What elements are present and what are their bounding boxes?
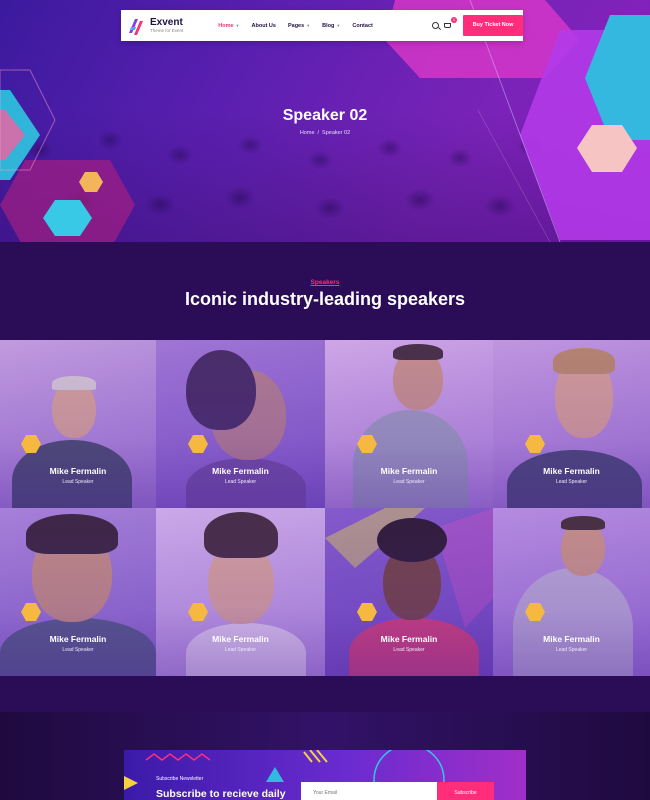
page-hero: Exvent Theme for Event Home ▼ About Us Pa… xyxy=(0,0,650,242)
speaker-role: Lead Speaker xyxy=(224,647,257,653)
newsletter-eyebrow: Subscribe Newsletter xyxy=(156,776,204,782)
speaker-card[interactable]: Mike Fermalin Lead Speaker xyxy=(493,508,650,676)
nav-item-label: Blog xyxy=(322,22,335,29)
hexagon-icon xyxy=(21,603,41,621)
speaker-card[interactable]: Mike Fermalin Lead Speaker xyxy=(325,508,493,676)
speaker-name: Mike Fermalin xyxy=(212,634,269,644)
breadcrumb-current: Speaker 02 xyxy=(322,130,351,136)
breadcrumb-separator: / xyxy=(317,130,320,136)
speaker-card[interactable]: Mike Fermalin Lead Speaker xyxy=(156,508,325,676)
brand-tagline: Theme for Event xyxy=(150,27,184,33)
speaker-role: Lead Speaker xyxy=(62,479,94,485)
nav-menu: Home ▼ About Us Pages ▼ Blog ▼ Contact xyxy=(218,23,385,29)
speaker-card[interactable]: Mike Fermalin Lead Speaker xyxy=(0,508,156,676)
nav-item-pages[interactable]: Pages ▼ xyxy=(288,23,310,29)
cart-body xyxy=(444,23,451,28)
nav-item-contact[interactable]: Contact xyxy=(352,23,372,29)
breadcrumb-home-link[interactable]: Home xyxy=(300,130,315,136)
speaker-role: Lead Speaker xyxy=(224,479,257,485)
nav-item-blog[interactable]: Blog ▼ xyxy=(322,23,340,29)
nav-item-home[interactable]: Home ▼ xyxy=(218,23,239,29)
nav-item-label: Pages xyxy=(287,22,305,29)
speaker-role: Lead Speaker xyxy=(555,479,588,485)
brand-name: Exvent xyxy=(150,16,183,28)
cart-icon[interactable]: 0 xyxy=(444,17,457,29)
hexagon-icon xyxy=(525,435,545,453)
speaker-name: Mike Fermalin xyxy=(543,634,600,644)
breadcrumb: Home / Speaker 02 xyxy=(0,130,650,136)
hexagon-icon xyxy=(21,435,41,453)
hexagon-icon xyxy=(188,435,208,453)
chevron-down-icon: ▼ xyxy=(336,23,341,28)
speaker-card[interactable]: Mike Fermalin Lead Speaker xyxy=(325,340,493,508)
search-icon[interactable] xyxy=(432,22,439,29)
speaker-role: Lead Speaker xyxy=(62,647,94,653)
page-title: Speaker 02 xyxy=(282,107,368,124)
speaker-card[interactable]: Mike Fermalin Lead Speaker xyxy=(493,340,650,508)
speaker-name: Mike Fermalin xyxy=(380,466,438,476)
nav-item-label: Contact xyxy=(352,22,373,29)
chevron-down-icon: ▼ xyxy=(235,23,240,28)
section-eyebrow: Speakers xyxy=(310,279,340,286)
buy-ticket-button[interactable]: Buy Ticket Now xyxy=(463,15,523,36)
speaker-name: Mike Fermalin xyxy=(49,634,107,644)
speaker-name: Mike Fermalin xyxy=(49,466,107,476)
main-navbar: Exvent Theme for Event Home ▼ About Us Pa… xyxy=(121,10,523,41)
nav-item-label: Home xyxy=(218,22,234,29)
speaker-role: Lead Speaker xyxy=(555,647,588,653)
speakers-section: Speakers Iconic industry-leading speaker… xyxy=(0,242,650,712)
speaker-card[interactable]: Mike Fermalin Lead Speaker xyxy=(0,340,156,508)
cart-count-badge: 0 xyxy=(451,17,457,23)
email-input[interactable] xyxy=(301,782,437,800)
chevron-down-icon: ▼ xyxy=(306,23,311,28)
nav-icons: 0 xyxy=(432,17,457,29)
hexagon-icon xyxy=(357,603,377,621)
logo-icon xyxy=(129,18,143,35)
brand-logo[interactable]: Exvent Theme for Event xyxy=(127,15,183,37)
section-title: Iconic industry-leading speakers xyxy=(184,289,466,309)
nav-item-label: About Us xyxy=(251,22,276,29)
speaker-role: Lead Speaker xyxy=(393,647,425,653)
page: Exvent Theme for Event Home ▼ About Us Pa… xyxy=(0,0,650,800)
newsletter-section: Subscribe Newsletter Subscribe to reciev… xyxy=(0,712,650,800)
speaker-name: Mike Fermalin xyxy=(380,634,438,644)
speaker-name: Mike Fermalin xyxy=(543,466,600,476)
hexagon-icon xyxy=(525,603,545,621)
speaker-name: Mike Fermalin xyxy=(212,466,269,476)
speaker-card[interactable]: Mike Fermalin Lead Speaker xyxy=(156,340,325,508)
newsletter-title: Subscribe to recieve daily xyxy=(156,788,286,800)
nav-item-about-us[interactable]: About Us xyxy=(252,23,276,29)
hexagon-icon xyxy=(357,435,377,453)
subscribe-button[interactable]: Subscribe xyxy=(437,782,494,800)
speakers-grid: Mike Fermalin Lead Speaker Mike Fermalin… xyxy=(0,340,650,676)
speaker-role: Lead Speaker xyxy=(393,479,425,485)
hexagon-icon xyxy=(188,603,208,621)
newsletter-box: Subscribe Newsletter Subscribe to reciev… xyxy=(124,750,526,800)
